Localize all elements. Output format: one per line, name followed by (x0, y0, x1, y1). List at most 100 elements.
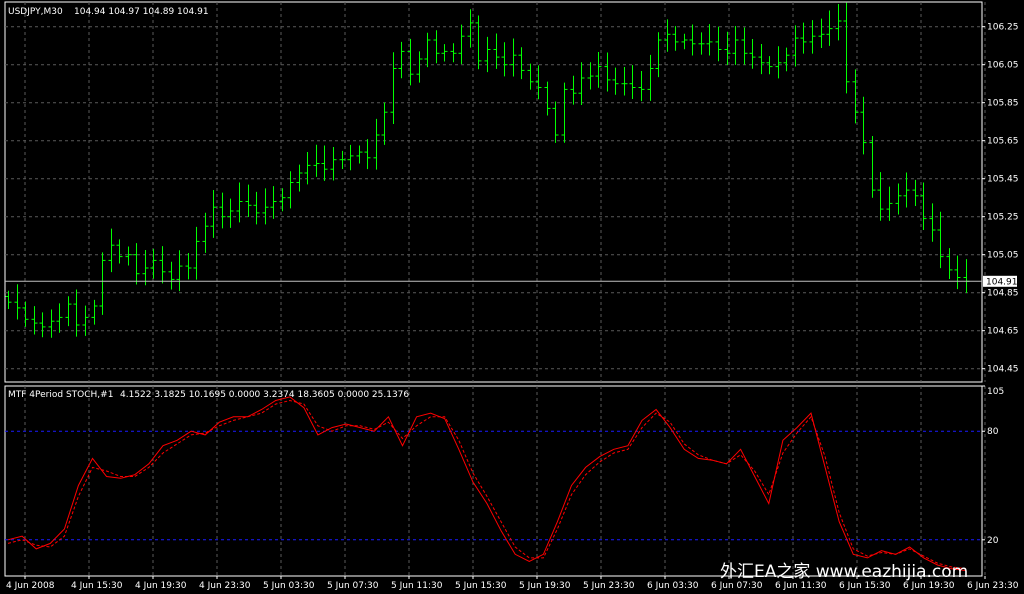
ohlc-bar (877, 172, 884, 221)
time-tick-label: 4 Jun 2008 (6, 581, 55, 591)
ohlc-bar (724, 31, 731, 65)
ohlc-bar (82, 305, 89, 336)
ohlc-bar (527, 63, 534, 90)
ohlc-bar (612, 67, 619, 95)
ohlc-bar (963, 259, 970, 293)
stoch-signal-line (7, 399, 967, 570)
price-pane-title: USDJPY,M30 (8, 7, 63, 17)
ohlc-bar (381, 102, 388, 145)
stoch-grid (24, 386, 986, 576)
ohlc-bar (655, 32, 662, 78)
ohlc-bar (142, 249, 149, 286)
price-y-tick-label: 106.25 (987, 23, 1019, 33)
ohlc-bar (304, 152, 311, 185)
time-tick-label: 5 Jun 15:30 (455, 581, 507, 591)
ohlc-bar (510, 38, 517, 77)
ohlc-bar (706, 24, 713, 56)
ohlc-bar (852, 69, 859, 124)
ohlc-bar (416, 51, 423, 83)
ohlc-bar (535, 65, 542, 100)
ohlc-bar (518, 47, 525, 80)
ohlc-bar (954, 255, 961, 290)
ohlc-bar (578, 62, 585, 105)
ohlc-bar (818, 18, 825, 48)
ohlc-bar (647, 54, 654, 101)
price-y-tick-label: 105.85 (987, 99, 1019, 109)
watermark-text: 外汇EA之家 www.eazhijia.com (720, 562, 968, 582)
ohlc-bar (860, 96, 867, 155)
ohlc-bar (65, 296, 72, 327)
ohlc-bar (210, 190, 217, 238)
stoch-pane-values: 4.1522 3.1825 10.1695 0.0000 3.2374 18.3… (120, 390, 409, 400)
price-y-tick-label: 106.05 (987, 61, 1019, 71)
ohlc-bar (869, 136, 876, 198)
ohlc-bar (937, 211, 944, 269)
time-tick-label: 6 Jun 15:30 (839, 581, 891, 591)
ohlc-bar (800, 22, 807, 54)
ohlc-bar (501, 42, 508, 77)
ohlc-bar (193, 226, 200, 280)
price-grid (5, 2, 986, 382)
time-tick-label: 5 Jun 19:30 (519, 581, 571, 591)
ohlc-bar (262, 188, 269, 225)
time-tick-label: 5 Jun 03:30 (263, 581, 315, 591)
ohlc-bar (638, 71, 645, 102)
ohlc-bar (484, 36, 491, 73)
price-y-tick-label: 105.65 (987, 137, 1019, 147)
ohlc-bar (99, 252, 106, 315)
ohlc-bar (296, 164, 303, 192)
ohlc-bar (5, 290, 12, 310)
ohlc-bar (903, 172, 910, 208)
time-tick-label: 5 Jun 07:30 (327, 581, 379, 591)
time-tick-label: 6 Jun 19:30 (903, 581, 955, 591)
ohlc-bar (373, 118, 380, 170)
ohlc-bar (552, 101, 559, 143)
time-tick-label: 4 Jun 23:30 (199, 581, 251, 591)
time-tick-label: 4 Jun 19:30 (135, 581, 187, 591)
ohlc-bar (398, 41, 405, 79)
ohlc-bar (561, 82, 568, 143)
ohlc-bar (766, 56, 773, 75)
ohlc-bar (287, 171, 294, 209)
time-tick-label: 6 Jun 07:30 (711, 581, 763, 591)
ohlc-bar (946, 248, 953, 280)
price-y-tick-label: 105.45 (987, 175, 1019, 185)
current-price-label: 104.91 (986, 277, 1018, 287)
ohlc-bar (91, 299, 98, 325)
ohlc-bar (826, 10, 833, 46)
ohlc-bar (672, 26, 679, 51)
ohlc-bar (22, 301, 29, 327)
ohlc-bar (125, 246, 132, 266)
price-pane: 106.25 106.05 105.85 105.65 105.45 105.25 105.… (4, 1, 1019, 383)
ohlc-bar (133, 243, 140, 285)
ohlc-bar (698, 32, 705, 55)
price-y-tick-label: 105.05 (987, 251, 1019, 261)
ohlc-bar (493, 33, 500, 69)
ohlc-bar (168, 261, 175, 290)
ohlc-bar (715, 26, 722, 62)
ohlc-bar (108, 228, 115, 273)
ohlc-bar (407, 38, 414, 86)
stoch-lines (7, 396, 967, 572)
ohlc-bar (39, 312, 46, 338)
time-tick-label: 5 Jun 11:30 (391, 581, 443, 591)
ohlc-bar (185, 253, 192, 280)
time-tick-label: 6 Jun 23:30 (967, 581, 1019, 591)
ohlc-bar (741, 27, 748, 65)
ohlc-bar (450, 43, 457, 63)
chart-canvas: 106.25 106.05 105.85 105.65 105.45 105.25 105.… (4, 1, 1019, 591)
ohlc-bar (475, 15, 482, 70)
ohlc-bar (330, 146, 337, 181)
ohlc-bar (732, 26, 739, 65)
price-pane-ohlc: 104.94 104.97 104.89 104.91 (74, 7, 209, 17)
ohlc-bar (321, 145, 328, 181)
time-tick-label: 6 Jun 03:30 (647, 581, 699, 591)
stoch-levels (5, 430, 982, 541)
stoch-pane-title: MTF 4Period STOCH,#1 (8, 390, 113, 400)
ohlc-bar (441, 44, 448, 62)
price-y-tick-label: 104.65 (987, 327, 1019, 337)
ohlc-bar (347, 144, 354, 171)
ohlc-bar (424, 32, 431, 68)
ohlc-bar (843, 2, 850, 94)
ohlc-bar (895, 183, 902, 215)
